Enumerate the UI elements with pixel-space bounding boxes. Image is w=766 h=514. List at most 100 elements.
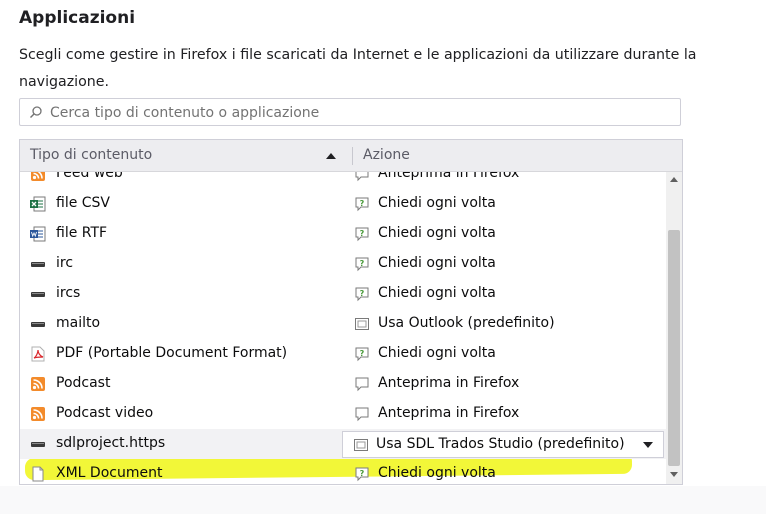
content-type-label: Feed web bbox=[56, 172, 123, 181]
rss-icon bbox=[30, 376, 46, 392]
column-header-action[interactable]: Azione bbox=[363, 147, 410, 163]
table-row[interactable]: ircs ? Chiedi ogni volta bbox=[20, 279, 666, 309]
action-dropdown[interactable]: Usa SDL Trados Studio (predefinito) bbox=[342, 431, 664, 458]
applications-table: Tipo di contenuto Azione Feed web Antepr… bbox=[19, 139, 683, 485]
action-label: Chiedi ogni volta bbox=[378, 255, 496, 271]
feed-preview-icon bbox=[354, 376, 370, 392]
content-type-label: file CSV bbox=[56, 195, 111, 211]
table-row[interactable]: Podcast Anteprima in Firefox bbox=[20, 369, 666, 399]
content-type-label: mailto bbox=[56, 315, 101, 331]
feed-preview-icon bbox=[354, 406, 370, 422]
column-separator[interactable] bbox=[352, 147, 353, 165]
content-type-cell: Feed web bbox=[30, 172, 350, 189]
scroll-up-arrow-icon[interactable] bbox=[670, 177, 678, 182]
rss-icon bbox=[30, 406, 46, 422]
table-header: Tipo di contenuto Azione bbox=[20, 140, 682, 172]
search-box[interactable] bbox=[19, 98, 681, 126]
svg-text:?: ? bbox=[360, 259, 365, 268]
action-cell[interactable]: ? Chiedi ogni volta bbox=[354, 189, 666, 219]
scroll-down-arrow-icon[interactable] bbox=[670, 472, 678, 477]
protocol-icon bbox=[30, 256, 46, 272]
content-type-cell: sdlproject.https bbox=[30, 429, 350, 459]
rss-icon bbox=[30, 172, 46, 182]
content-type-label: file RTF bbox=[56, 225, 108, 241]
svg-text:?: ? bbox=[360, 289, 365, 298]
table-row[interactable]: file RTF ? Chiedi ogni volta bbox=[20, 219, 666, 249]
protocol-icon bbox=[30, 286, 46, 302]
action-label: Anteprima in Firefox bbox=[378, 375, 520, 391]
document-icon bbox=[30, 466, 46, 482]
action-cell[interactable]: Usa Outlook (predefinito) bbox=[354, 309, 666, 339]
ask-icon: ? bbox=[354, 226, 370, 242]
content-type-cell: irc bbox=[30, 249, 350, 279]
content-type-label: sdlproject.https bbox=[56, 435, 166, 451]
action-cell[interactable]: ? Chiedi ogni volta bbox=[354, 279, 666, 309]
content-type-cell: XML Document bbox=[30, 459, 350, 484]
action-cell[interactable]: ? Chiedi ogni volta bbox=[354, 219, 666, 249]
word-icon bbox=[30, 226, 46, 242]
scrollbar-thumb[interactable] bbox=[668, 230, 680, 466]
pdf-icon bbox=[30, 346, 46, 362]
action-label: Chiedi ogni volta bbox=[378, 465, 496, 481]
svg-text:?: ? bbox=[360, 469, 365, 478]
content-type-label: irc bbox=[56, 255, 74, 271]
action-cell[interactable]: Anteprima in Firefox bbox=[354, 369, 666, 399]
ask-icon: ? bbox=[354, 196, 370, 212]
content-type-cell: file CSV bbox=[30, 189, 350, 219]
ask-icon: ? bbox=[354, 466, 370, 482]
app-icon bbox=[354, 316, 370, 332]
ask-icon: ? bbox=[354, 346, 370, 362]
table-body: Feed web Anteprima in Firefox file CSV ?… bbox=[20, 172, 666, 484]
action-cell[interactable]: Anteprima in Firefox bbox=[354, 172, 666, 189]
content-type-cell: file RTF bbox=[30, 219, 350, 249]
content-type-label: Podcast bbox=[56, 375, 111, 391]
section-title: Applicazioni bbox=[19, 8, 136, 28]
action-dropdown-value: Usa SDL Trados Studio (predefinito) bbox=[376, 436, 625, 452]
search-icon bbox=[30, 106, 42, 118]
content-type-cell: ircs bbox=[30, 279, 350, 309]
action-label: Anteprima in Firefox bbox=[378, 172, 520, 181]
app-icon bbox=[353, 437, 369, 453]
action-label: Chiedi ogni volta bbox=[378, 345, 496, 361]
ask-icon: ? bbox=[354, 286, 370, 302]
svg-text:?: ? bbox=[360, 229, 365, 238]
search-input[interactable] bbox=[48, 102, 672, 124]
content-type-cell: mailto bbox=[30, 309, 350, 339]
chevron-down-icon[interactable] bbox=[643, 442, 653, 448]
section-description: Scegli come gestire in Firefox i file sc… bbox=[19, 47, 697, 90]
content-type-label: PDF (Portable Document Format) bbox=[56, 345, 288, 361]
action-cell[interactable]: Anteprima in Firefox bbox=[354, 399, 666, 429]
excel-icon bbox=[30, 196, 46, 212]
content-type-label: ircs bbox=[56, 285, 81, 301]
svg-text:?: ? bbox=[360, 349, 365, 358]
content-type-cell: Podcast bbox=[30, 369, 350, 399]
svg-text:?: ? bbox=[360, 199, 365, 208]
page-bottom-strip bbox=[0, 486, 766, 514]
table-row[interactable]: mailto Usa Outlook (predefinito) bbox=[20, 309, 666, 339]
action-cell[interactable]: ? Chiedi ogni volta bbox=[354, 459, 666, 484]
action-label: Anteprima in Firefox bbox=[378, 405, 520, 421]
content-type-label: XML Document bbox=[56, 465, 163, 481]
table-row[interactable]: irc ? Chiedi ogni volta bbox=[20, 249, 666, 279]
table-row[interactable]: XML Document ? Chiedi ogni volta bbox=[20, 459, 666, 484]
action-label: Chiedi ogni volta bbox=[378, 225, 496, 241]
vertical-scrollbar[interactable] bbox=[666, 172, 682, 484]
sort-ascending-icon bbox=[326, 153, 336, 159]
protocol-icon bbox=[30, 436, 46, 452]
protocol-icon bbox=[30, 316, 46, 332]
action-cell[interactable]: ? Chiedi ogni volta bbox=[354, 339, 666, 369]
table-row[interactable]: PDF (Portable Document Format) ? Chiedi … bbox=[20, 339, 666, 369]
action-label: Usa Outlook (predefinito) bbox=[378, 315, 555, 331]
table-row[interactable]: Feed web Anteprima in Firefox bbox=[20, 172, 666, 189]
table-row[interactable]: Podcast video Anteprima in Firefox bbox=[20, 399, 666, 429]
table-row[interactable]: file CSV ? Chiedi ogni volta bbox=[20, 189, 666, 219]
feed-preview-icon bbox=[354, 172, 370, 182]
action-cell[interactable]: ? Chiedi ogni volta bbox=[354, 249, 666, 279]
column-header-type[interactable]: Tipo di contenuto bbox=[30, 147, 152, 163]
ask-icon: ? bbox=[354, 256, 370, 272]
content-type-cell: PDF (Portable Document Format) bbox=[30, 339, 350, 369]
table-row-selected[interactable]: sdlproject.https Usa SDL Trados Studio (… bbox=[20, 429, 666, 459]
action-label: Chiedi ogni volta bbox=[378, 195, 496, 211]
content-type-cell: Podcast video bbox=[30, 399, 350, 429]
content-type-label: Podcast video bbox=[56, 405, 154, 421]
